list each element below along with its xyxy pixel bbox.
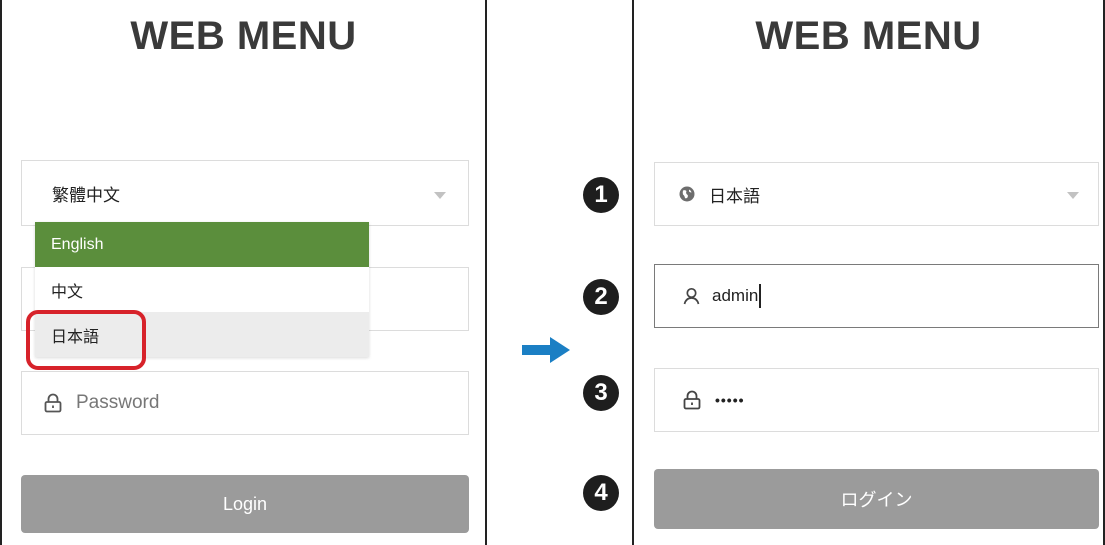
language-option-english[interactable]: English <box>35 222 369 267</box>
lock-icon <box>683 390 701 410</box>
login-button[interactable]: Login <box>21 475 469 533</box>
step-badge-4: 4 <box>583 475 619 511</box>
page-title: WEB MENU <box>130 14 357 58</box>
option-label: English <box>51 235 104 253</box>
step-badge-3: 3 <box>583 375 619 411</box>
left-screenshot-panel: WEB MENU 繁體中文 Password Login English 中文 … <box>0 0 487 545</box>
step-badge-1: 1 <box>583 177 619 213</box>
arrow-right-icon <box>522 337 570 363</box>
text-cursor <box>759 284 761 308</box>
password-field[interactable]: ••••• <box>654 368 1099 432</box>
password-value: ••••• <box>715 392 745 408</box>
password-field[interactable]: Password <box>21 371 469 435</box>
language-select-value: 繁體中文 <box>52 185 120 205</box>
right-screenshot-panel: WEB MENU 日本語 admin ••••• ログイン <box>632 0 1105 545</box>
language-select[interactable]: 日本語 <box>654 162 1099 226</box>
lock-icon <box>44 393 62 413</box>
language-select[interactable]: 繁體中文 <box>21 160 469 226</box>
login-button[interactable]: ログイン <box>654 469 1099 529</box>
highlight-box <box>26 310 146 370</box>
login-button-label: ログイン <box>840 490 913 510</box>
page-title: WEB MENU <box>755 14 982 58</box>
chevron-down-icon[interactable] <box>434 192 446 199</box>
language-option-chinese[interactable]: 中文 <box>35 267 369 312</box>
globe-icon <box>679 186 695 202</box>
language-select-value: 日本語 <box>709 186 760 206</box>
step-badge-2: 2 <box>583 279 619 315</box>
option-label: 中文 <box>51 283 84 301</box>
login-button-label: Login <box>222 493 268 514</box>
user-icon <box>683 287 700 305</box>
username-field[interactable]: admin <box>654 264 1099 328</box>
username-value: admin <box>712 286 759 305</box>
password-placeholder: Password <box>76 392 160 413</box>
chevron-down-icon[interactable] <box>1067 192 1079 199</box>
